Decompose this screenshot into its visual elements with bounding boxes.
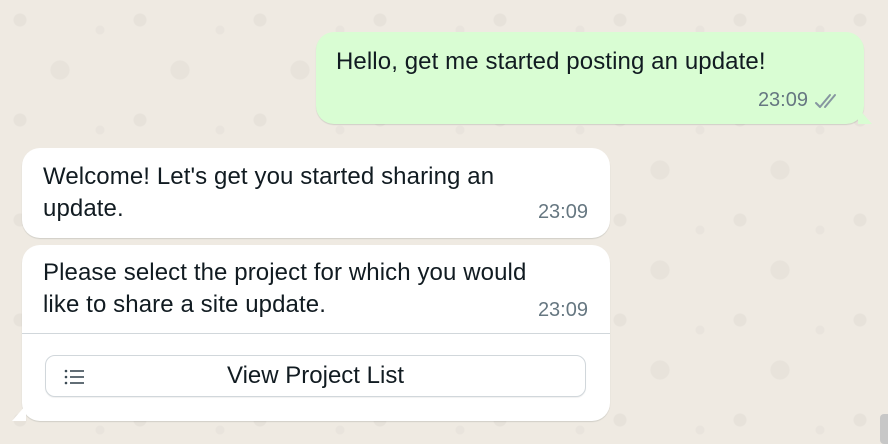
message-text-line: like to share a site update. [43,291,326,318]
bubble-tail [858,108,872,124]
message-time: 23:09 [537,299,588,321]
message-meta: 23:09 [538,201,588,224]
message-meta: 23:09 [538,299,588,322]
message-text-line: Please select the project for which you … [43,259,527,286]
double-check-icon [814,92,842,110]
incoming-interactive-message-bubble[interactable]: Please select the project for which you … [12,245,610,421]
message-text-line: Welcome! Let's get you started sharing a… [43,163,495,190]
message-text: Please select the project for which you … [43,257,588,321]
message-text-line: update. [43,195,124,222]
message-time: 23:09 [757,89,808,111]
bubble-tail [12,405,26,421]
scrollbar-thumb[interactable] [880,414,888,444]
message-text: Hello, get me started posting an update! [336,48,766,75]
button-label: View Project List [227,362,404,389]
list-icon [64,368,86,391]
divider [22,333,610,334]
message-meta: 23:09 [758,89,842,112]
message-text: Welcome! Let's get you started sharing a… [43,161,588,225]
incoming-message-bubble[interactable]: Welcome! Let's get you started sharing a… [22,148,610,238]
outgoing-message-bubble[interactable]: Hello, get me started posting an update!… [316,32,872,124]
view-project-list-button[interactable]: View Project List [45,355,586,397]
message-time: 23:09 [537,201,588,223]
